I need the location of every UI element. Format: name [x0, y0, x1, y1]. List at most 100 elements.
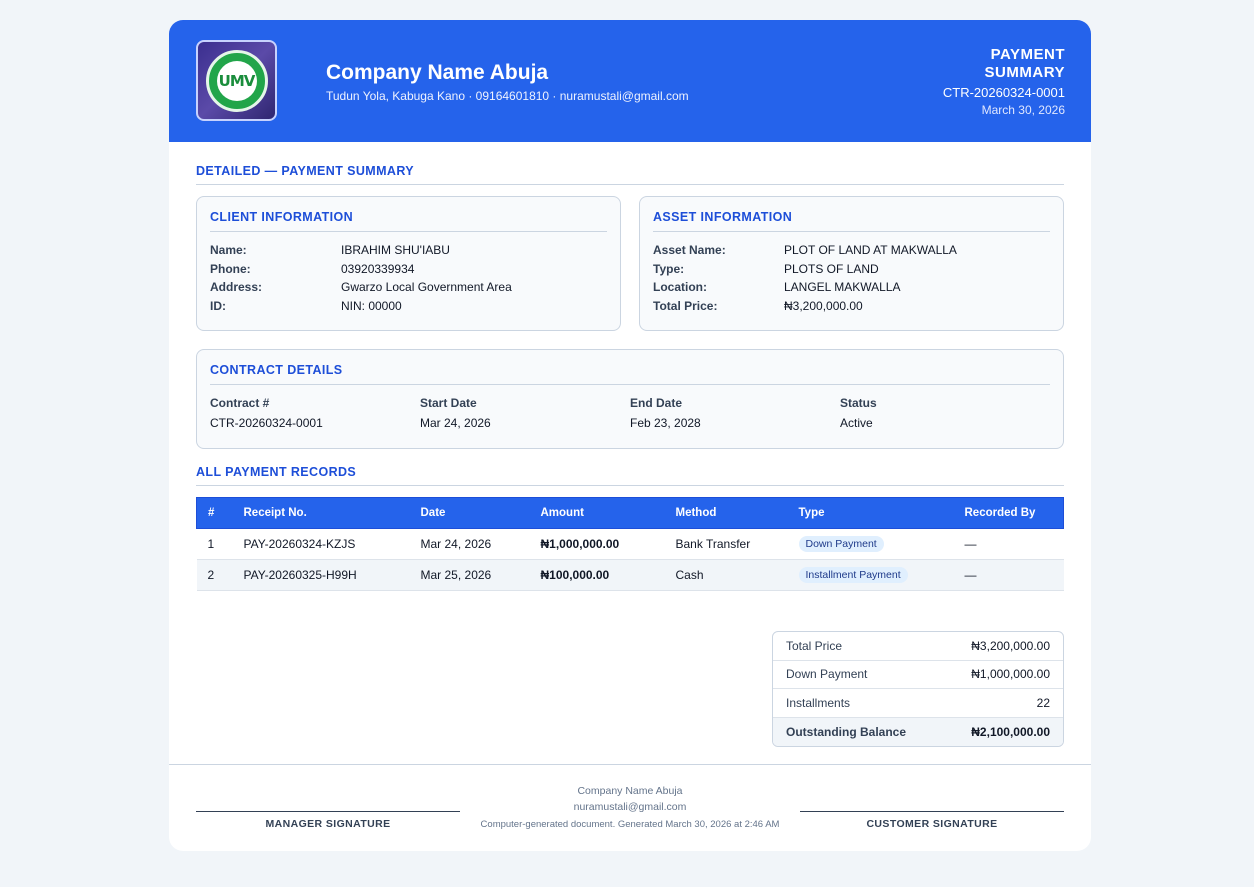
client-card-title: CLIENT INFORMATION	[210, 210, 607, 232]
contract-label: Start Date	[420, 396, 477, 410]
asset-value: ₦3,200,000.00	[784, 299, 863, 314]
receipt-number: PAY-20260325-H99H	[232, 559, 410, 591]
table-row: 1 PAY-20260324-KZJS Mar 24, 2026 ₦1,000,…	[196, 528, 1064, 560]
document-sheet: UMV Company Name Abuja Tudun Yola, Kabug…	[169, 20, 1091, 851]
installments-row: Installments 22	[773, 689, 1063, 718]
manager-signature-line: MANAGER SIGNATURE	[196, 811, 460, 830]
document-body: DETAILED — PAYMENT SUMMARY CLIENT INFORM…	[169, 164, 1091, 747]
contract-details-card: CONTRACT DETAILS Contract # CTR-20260324-…	[196, 349, 1064, 449]
recorded-by: —	[953, 559, 1064, 591]
table-header-row: # Receipt No. Date Amount Method Type Re…	[196, 497, 1064, 529]
payment-method: Bank Transfer	[664, 528, 788, 560]
footer-info: Company Name Abuja nuramustali@gmail.com…	[469, 783, 791, 833]
payment-type-cell: Installment Payment	[787, 559, 954, 591]
company-details: Tudun Yola, Kabuga Kano · 09164601810 · …	[326, 89, 689, 103]
payment-date: Mar 24, 2026	[409, 528, 530, 560]
contract-start-date: Start Date Mar 24, 2026	[420, 394, 630, 430]
contract-status: Status Active	[840, 394, 1050, 430]
column-header: Recorded By	[953, 497, 1064, 529]
asset-information-card: ASSET INFORMATION Asset Name: PLOT OF LAN…	[639, 196, 1064, 331]
document-header: UMV Company Name Abuja Tudun Yola, Kabug…	[169, 20, 1091, 142]
client-label: Phone:	[210, 261, 251, 276]
client-value: IBRAHIM SHU'IABU	[341, 243, 450, 257]
contract-end-date: End Date Feb 23, 2028	[630, 394, 840, 430]
document-title: PAYMENT SUMMARY	[984, 46, 1065, 81]
company-name: Company Name Abuja	[326, 61, 549, 84]
contract-value: Feb 23, 2028	[630, 416, 701, 430]
client-information-card: CLIENT INFORMATION Name: IBRAHIM SHU'IABU…	[196, 196, 621, 331]
company-block: Company Name Abuja Tudun Yola, Kabuga Ka…	[326, 61, 689, 103]
down-payment-row: Down Payment ₦1,000,000.00	[773, 661, 1063, 689]
contract-number: Contract # CTR-20260324-0001	[210, 394, 420, 430]
document-footer: MANAGER SIGNATURE Company Name Abuja nur…	[169, 764, 1091, 851]
footer-email: nuramustali@gmail.com	[573, 801, 687, 813]
asset-type-row: Type: PLOTS OF LAND	[653, 260, 1050, 279]
asset-value: LANGEL MAKWALLA	[784, 280, 901, 295]
logo-seal: UMV	[205, 49, 268, 112]
total-value: ₦3,200,000.00	[971, 638, 1050, 653]
total-label: Installments	[786, 695, 851, 710]
asset-card-title: ASSET INFORMATION	[653, 210, 1050, 232]
client-label: Name:	[210, 243, 247, 257]
table-row: 2 PAY-20260325-H99H Mar 25, 2026 ₦100,00…	[196, 559, 1064, 591]
column-header: #	[196, 497, 233, 529]
payment-records-table: # Receipt No. Date Amount Method Type Re…	[196, 497, 1064, 591]
total-label: Outstanding Balance	[786, 724, 907, 739]
generated-notice: Computer-generated document. Generated M…	[480, 819, 780, 830]
payment-amount: ₦1,000,000.00	[529, 528, 665, 560]
contract-value: Active	[840, 416, 873, 430]
contract-label: End Date	[630, 396, 683, 410]
outstanding-balance-row: Outstanding Balance ₦2,100,000.00	[773, 717, 1063, 746]
asset-value: PLOT OF LAND AT MAKWALLA	[784, 243, 957, 257]
client-value: 03920339934	[341, 261, 415, 276]
total-value: ₦2,100,000.00	[971, 724, 1050, 739]
asset-label: Total Price:	[653, 299, 718, 314]
client-id-row: ID: NIN: 00000	[210, 297, 607, 316]
contract-label: Contract #	[210, 396, 270, 410]
contract-value: Mar 24, 2026	[420, 416, 491, 430]
contract-grid: Contract # CTR-20260324-0001 Start Date Ma…	[210, 394, 1050, 430]
payment-date: Mar 25, 2026	[409, 559, 530, 591]
payment-type-badge: Down Payment	[798, 536, 884, 552]
row-number: 2	[196, 559, 233, 591]
contract-label: Status	[840, 396, 877, 410]
company-logo: UMV	[196, 40, 277, 121]
asset-value: PLOTS OF LAND	[784, 261, 879, 276]
totals-summary: Total Price ₦3,200,000.00 Down Payment ₦1,…	[772, 631, 1064, 747]
asset-label: Type:	[653, 261, 685, 276]
total-value: 22	[1036, 695, 1050, 710]
document-meta: PAYMENT SUMMARY CTR-20260324-0001 March …	[943, 46, 1065, 117]
asset-label: Asset Name:	[653, 243, 726, 257]
client-phone-row: Phone: 03920339934	[210, 260, 607, 279]
client-label: Address:	[210, 280, 263, 295]
client-name-row: Name: IBRAHIM SHU'IABU	[210, 241, 607, 260]
asset-price-row: Total Price: ₦3,200,000.00	[653, 297, 1050, 316]
records-title: ALL PAYMENT RECORDS	[196, 465, 1064, 486]
total-label: Total Price	[786, 638, 843, 653]
column-header: Method	[664, 497, 788, 529]
row-number: 1	[196, 528, 233, 560]
total-label: Down Payment	[786, 667, 868, 682]
client-value: NIN: 00000	[341, 299, 402, 314]
info-cards: CLIENT INFORMATION Name: IBRAHIM SHU'IABU…	[196, 196, 1064, 331]
column-header: Amount	[529, 497, 665, 529]
column-header: Date	[409, 497, 530, 529]
document-date: March 30, 2026	[981, 103, 1065, 117]
column-header: Type	[787, 497, 954, 529]
column-header: Receipt No.	[232, 497, 410, 529]
payment-method: Cash	[664, 559, 788, 591]
payment-type-badge: Installment Payment	[798, 567, 908, 583]
document-number: CTR-20260324-0001	[942, 85, 1065, 100]
logo-text: UMV	[216, 60, 257, 101]
client-address-row: Address: Gwarzo Local Government Area	[210, 278, 607, 297]
asset-location-row: Location: LANGEL MAKWALLA	[653, 278, 1050, 297]
receipt-number: PAY-20260324-KZJS	[232, 528, 410, 560]
customer-signature-line: CUSTOMER SIGNATURE	[800, 811, 1064, 830]
payment-amount: ₦100,000.00	[529, 559, 665, 591]
asset-name-row: Asset Name: PLOT OF LAND AT MAKWALLA	[653, 241, 1050, 260]
page-title: DETAILED — PAYMENT SUMMARY	[196, 164, 1064, 185]
total-value: ₦1,000,000.00	[971, 667, 1050, 682]
asset-label: Location:	[653, 280, 707, 295]
contract-card-title: CONTRACT DETAILS	[210, 363, 1050, 385]
client-value: Gwarzo Local Government Area	[341, 280, 512, 295]
